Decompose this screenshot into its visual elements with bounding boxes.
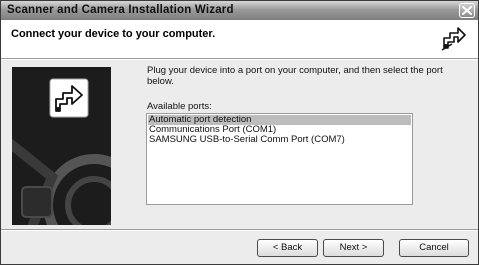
header-title: Connect your device to your computer. [11,28,216,40]
header-divider [1,58,478,60]
wizard-header: Connect your device to your computer. [1,20,478,58]
back-button[interactable]: < Back [257,239,318,257]
instructions-text: Plug your device into a port on your com… [147,65,443,87]
title-bar[interactable]: Scanner and Camera Installation Wizard [1,1,478,20]
wizard-graphic-icon [12,67,111,225]
cancel-button[interactable]: Cancel [399,239,469,257]
ports-listbox[interactable]: Automatic port detection Communications … [146,113,413,205]
wizard-window: Scanner and Camera Installation Wizard C… [0,0,479,265]
next-button[interactable]: Next > [323,239,384,257]
close-icon [462,6,472,15]
window-title: Scanner and Camera Installation Wizard [7,4,234,16]
close-button[interactable] [459,3,475,18]
footer-divider [1,229,478,231]
device-connect-icon [439,25,467,53]
available-ports-label: Available ports: [147,101,212,112]
port-item-com7[interactable]: SAMSUNG USB-to-Serial Comm Port (COM7) [148,135,411,145]
wizard-side-graphic [12,67,111,225]
